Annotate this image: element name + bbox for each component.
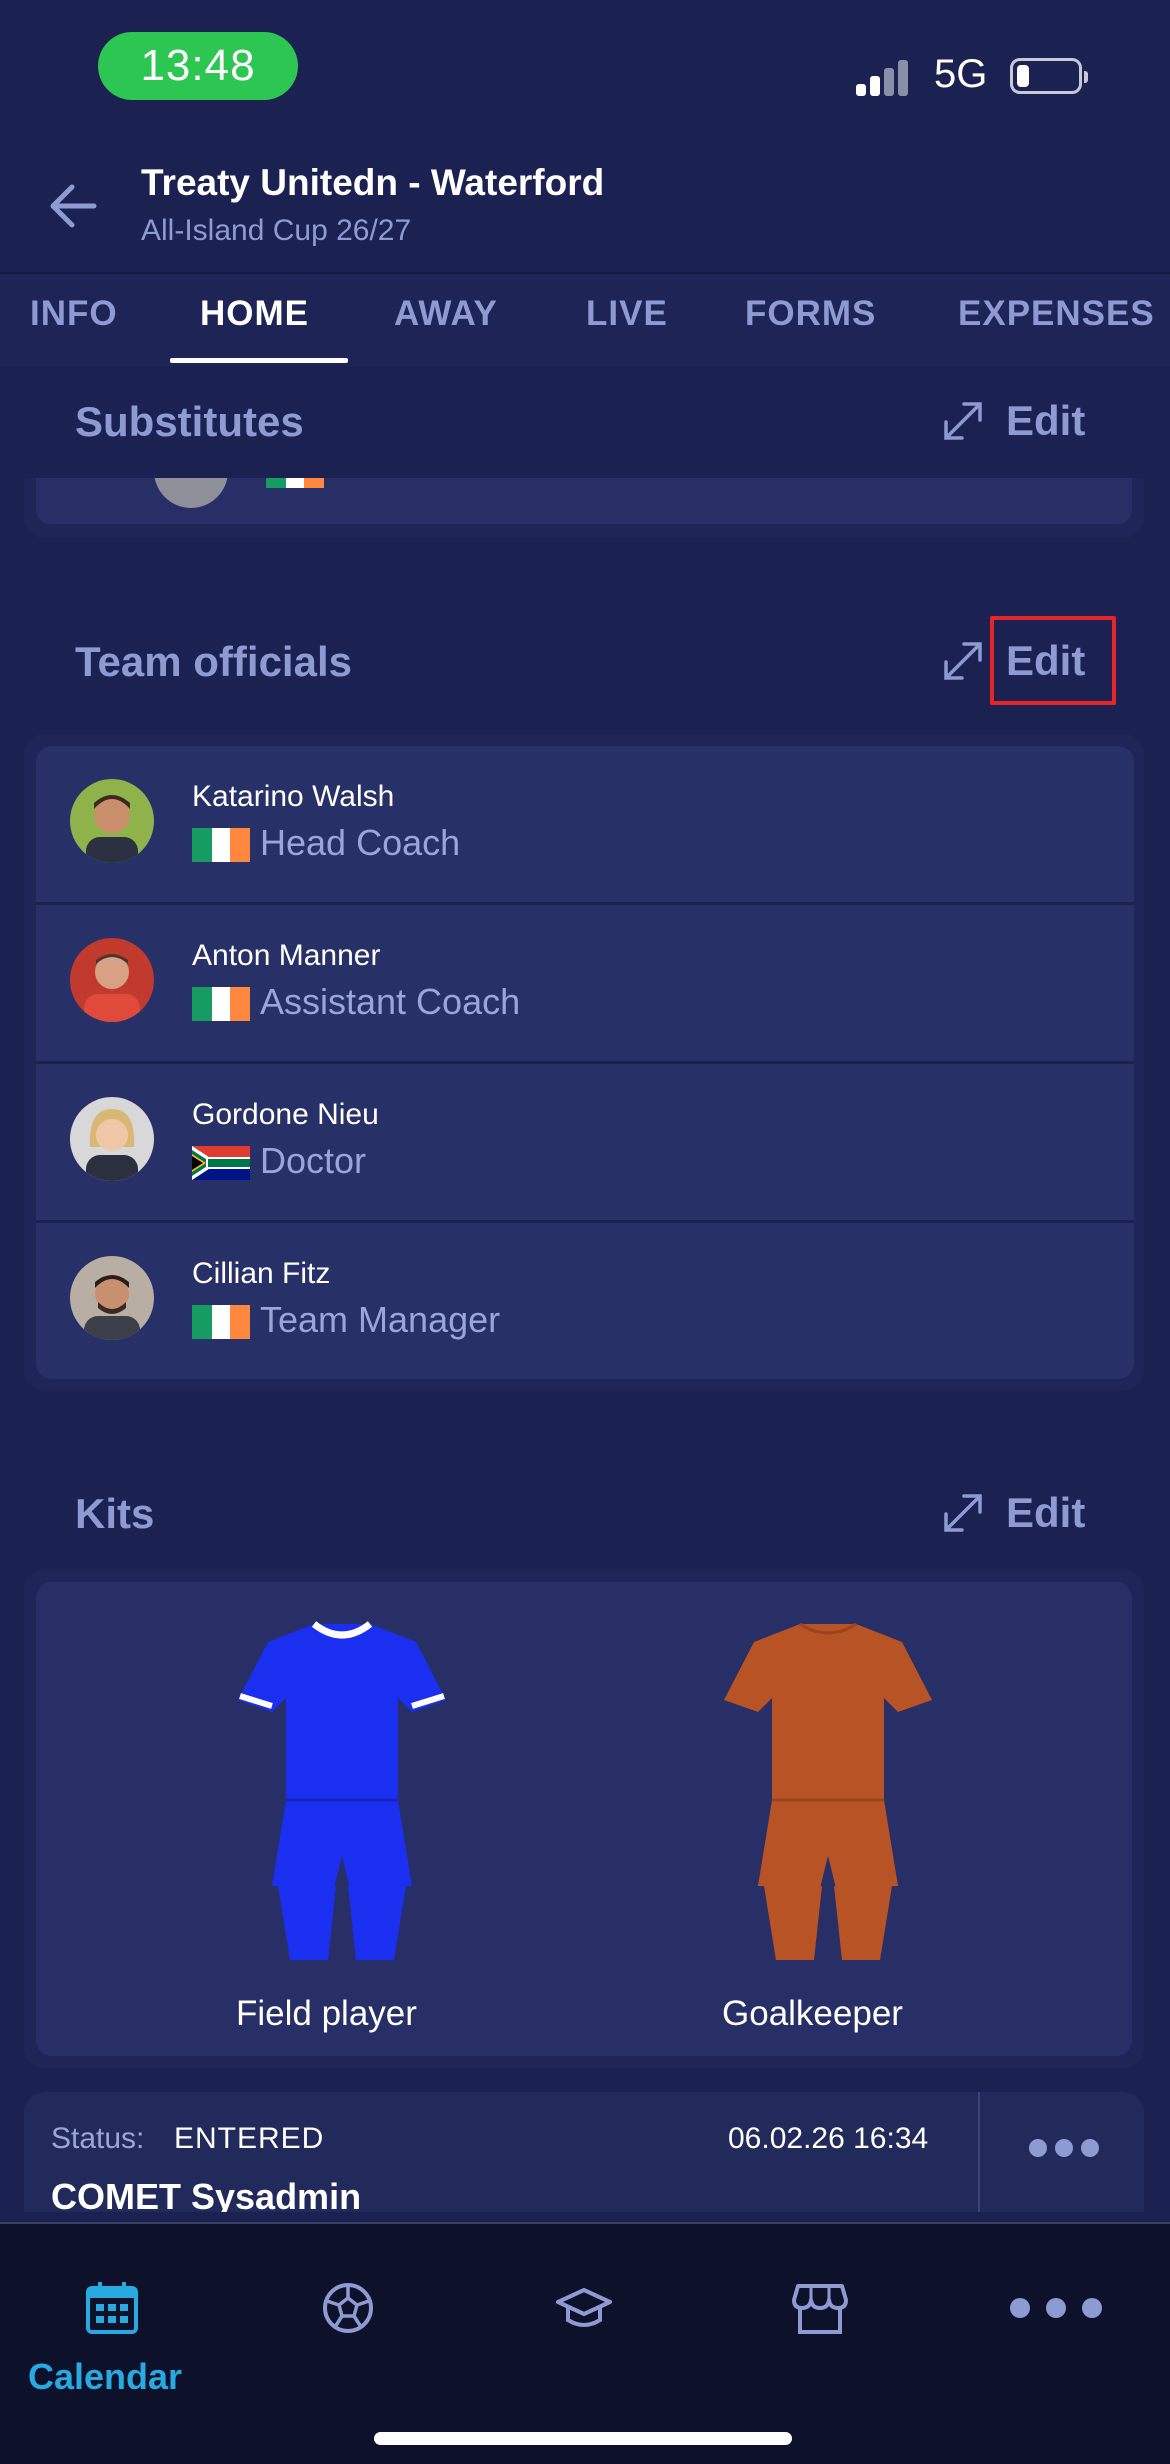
more-icon xyxy=(1010,2298,1102,2318)
bottom-navigation: Calendar xyxy=(0,2222,1170,2464)
avatar xyxy=(70,779,154,863)
official-role: Doctor xyxy=(260,1140,367,1181)
official-name: Katarino Walsh xyxy=(192,780,395,813)
status-user: COMET Sysadmin xyxy=(51,2176,362,2212)
avatar xyxy=(70,938,154,1022)
edit-label[interactable]: Edit xyxy=(1006,637,1085,685)
expand-icon[interactable] xyxy=(938,1488,988,1538)
ireland-flag-icon xyxy=(192,1305,250,1339)
match-title: Treaty Unitedn - Waterford xyxy=(141,162,605,203)
home-indicator xyxy=(374,2432,792,2445)
nav-calendar-label: Calendar xyxy=(28,2356,183,2397)
substitutes-edit-button[interactable]: Edit xyxy=(938,396,1085,446)
status-value: ENTERED xyxy=(174,2122,325,2155)
field-player-kit-icon[interactable] xyxy=(236,1620,448,1964)
kits-edit-button[interactable]: Edit xyxy=(938,1488,1085,1538)
official-row[interactable]: Anton Manner Assistant Coach xyxy=(36,905,1134,1061)
active-tab-indicator xyxy=(170,358,348,363)
signal-icon xyxy=(856,60,916,96)
team-officials-edit-button[interactable]: Edit xyxy=(938,636,1085,686)
back-arrow-icon[interactable] xyxy=(44,176,104,236)
substitutes-section-title: Substitutes xyxy=(75,398,304,445)
avatar xyxy=(70,1256,154,1340)
official-role: Head Coach xyxy=(260,822,461,863)
official-row[interactable]: Gordone Nieu Doctor xyxy=(36,1064,1134,1220)
edit-label[interactable]: Edit xyxy=(1006,1489,1085,1537)
ireland-flag-icon xyxy=(192,987,250,1021)
nav-calendar[interactable]: Calendar xyxy=(28,2254,182,2404)
battery-icon xyxy=(1010,58,1088,94)
more-options-icon[interactable] xyxy=(1024,2128,1104,2168)
status-card[interactable]: Status: ENTERED 06.02.26 16:34 COMET Sys… xyxy=(24,2092,1144,2212)
ireland-flag-icon xyxy=(192,828,250,862)
avatar xyxy=(70,1097,154,1181)
status-date: 06.02.26 16:34 xyxy=(728,2122,929,2155)
calendar-icon xyxy=(86,2282,138,2334)
official-name: Cillian Fitz xyxy=(192,1257,331,1290)
edit-label[interactable]: Edit xyxy=(1006,397,1085,445)
divider xyxy=(978,2092,980,2212)
status-label: Status: xyxy=(51,2122,145,2155)
tab-live[interactable]: LIVE xyxy=(586,294,668,334)
official-role: Assistant Coach xyxy=(260,981,521,1022)
official-name: Gordone Nieu xyxy=(192,1098,379,1131)
network-label: 5G xyxy=(934,52,988,96)
south-africa-flag-icon xyxy=(192,1146,250,1180)
team-officials-section-title: Team officials xyxy=(75,638,352,685)
tab-home[interactable]: HOME xyxy=(200,294,309,334)
nav-education[interactable] xyxy=(514,2254,654,2404)
kit-label: Goalkeeper xyxy=(722,1994,903,2033)
tab-expenses[interactable]: EXPENSES xyxy=(958,294,1155,334)
expand-icon[interactable] xyxy=(938,636,988,686)
match-subtitle: All-Island Cup 26/27 xyxy=(141,214,412,247)
official-name: Anton Manner xyxy=(192,939,381,972)
store-icon xyxy=(792,2284,848,2334)
expand-icon[interactable] xyxy=(938,396,988,446)
kits-card xyxy=(24,1570,1144,2068)
nav-football[interactable] xyxy=(278,2254,418,2404)
tab-away[interactable]: AWAY xyxy=(394,294,498,334)
tab-forms[interactable]: FORMS xyxy=(745,294,876,334)
goalkeeper-kit-icon[interactable] xyxy=(722,1620,934,1964)
tab-bar: INFO HOME AWAY LIVE FORMS EXPENSES xyxy=(0,272,1170,366)
nav-more[interactable] xyxy=(986,2254,1126,2404)
substitutes-card xyxy=(24,478,1144,538)
tab-info[interactable]: INFO xyxy=(30,294,118,334)
avatar xyxy=(154,478,228,508)
official-row[interactable]: Katarino Walsh Head Coach xyxy=(36,746,1134,902)
official-role: Team Manager xyxy=(260,1299,501,1340)
nav-store[interactable] xyxy=(750,2254,890,2404)
football-icon xyxy=(323,2283,373,2333)
official-row[interactable]: Cillian Fitz Team Manager xyxy=(36,1223,1134,1379)
kit-label: Field player xyxy=(236,1994,417,2033)
kits-section-title: Kits xyxy=(75,1490,155,1537)
status-time: 13:48 xyxy=(98,32,298,100)
ireland-flag-icon xyxy=(266,478,324,488)
graduation-cap-icon xyxy=(556,2288,612,2327)
